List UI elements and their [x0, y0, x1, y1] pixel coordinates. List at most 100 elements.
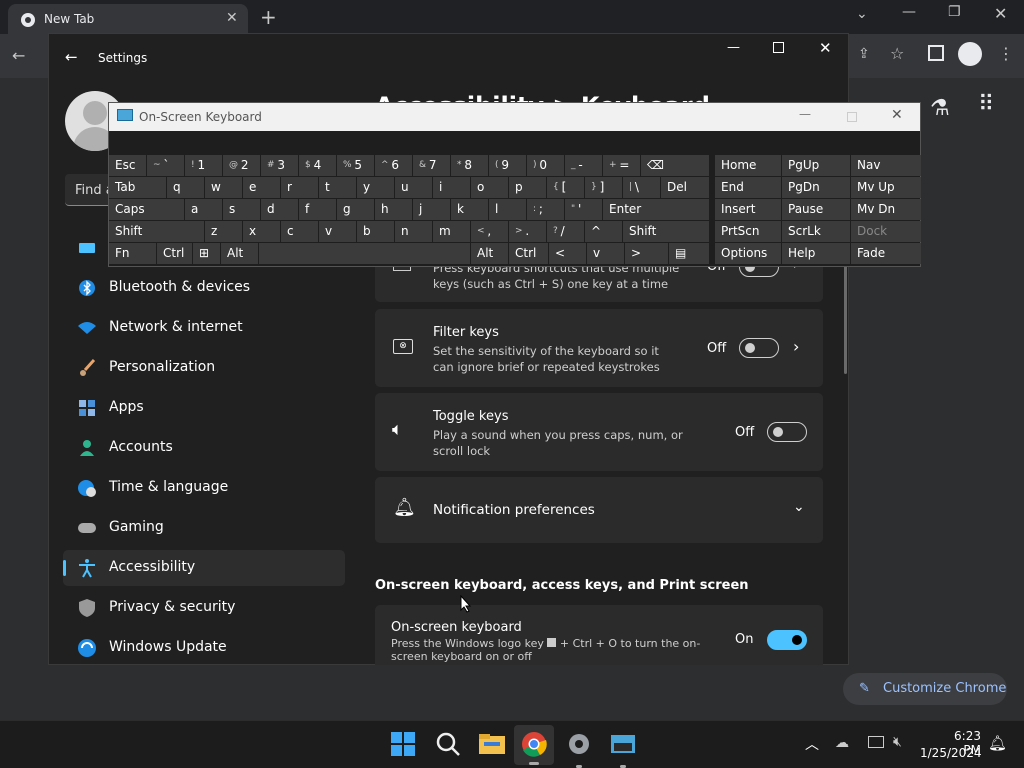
- filter-keys-toggle[interactable]: [739, 338, 779, 358]
- back-arrow-icon[interactable]: ←: [12, 46, 25, 65]
- osk-key[interactable]: f: [299, 199, 336, 220]
- osk-key[interactable]: r: [281, 177, 318, 198]
- osk-key[interactable]: > .: [509, 221, 546, 242]
- osk-key[interactable]: Alt: [471, 243, 508, 264]
- osk-nav-key[interactable]: Nav: [851, 155, 921, 176]
- osk-taskbar-icon[interactable]: [610, 731, 638, 768]
- osk-nav-key[interactable]: Mv Dn: [851, 199, 921, 220]
- osk-key[interactable]: >: [625, 243, 668, 264]
- settings-close-button[interactable]: ✕: [819, 39, 832, 57]
- osk-key[interactable]: Esc: [109, 155, 146, 176]
- osk-nav-key[interactable]: Home: [715, 155, 781, 176]
- sidebar-item-network[interactable]: Network & internet: [63, 310, 345, 346]
- osk-key[interactable]: [259, 243, 470, 264]
- osk-key[interactable]: <: [549, 243, 586, 264]
- osk-key[interactable]: # 3: [261, 155, 298, 176]
- osk-key[interactable]: z: [205, 221, 242, 242]
- osk-nav-key[interactable]: End: [715, 177, 781, 198]
- osk-minimize-button[interactable]: —: [799, 107, 811, 121]
- chevron-right-icon[interactable]: ›: [793, 337, 799, 356]
- osk-key[interactable]: Del: [661, 177, 709, 198]
- osk-key[interactable]: s: [223, 199, 260, 220]
- osk-key[interactable]: Alt: [221, 243, 258, 264]
- google-apps-icon[interactable]: ⠿: [978, 92, 994, 117]
- osk-maximize-button[interactable]: [847, 112, 857, 122]
- osk-key[interactable]: Shift: [623, 221, 709, 242]
- osk-close-button[interactable]: ✕: [891, 107, 903, 123]
- osk-key[interactable]: v: [587, 243, 624, 264]
- sidebar-item-personalization[interactable]: Personalization: [63, 350, 345, 386]
- osk-key[interactable]: < ,: [471, 221, 508, 242]
- osk-nav-key[interactable]: PgDn: [782, 177, 850, 198]
- osk-key[interactable]: j: [413, 199, 450, 220]
- osk-key[interactable]: p: [509, 177, 546, 198]
- osk-key[interactable]: b: [357, 221, 394, 242]
- search-icon[interactable]: [435, 731, 463, 759]
- settings-gear-icon[interactable]: [566, 731, 594, 768]
- osk-key[interactable]: $ 4: [299, 155, 336, 176]
- osk-key[interactable]: ~ `: [147, 155, 184, 176]
- osk-key[interactable]: Shift: [109, 221, 204, 242]
- osk-key[interactable]: t: [319, 177, 356, 198]
- notification-bell-icon[interactable]: 🔔︎: [988, 734, 1007, 752]
- osk-nav-key[interactable]: Pause: [782, 199, 850, 220]
- sidebar-item-bluetooth[interactable]: Bluetooth & devices: [63, 270, 345, 306]
- bookmark-star-icon[interactable]: ☆: [890, 44, 904, 63]
- osk-nav-key[interactable]: Dock: [851, 221, 921, 242]
- tab-close-icon[interactable]: ✕: [226, 10, 238, 26]
- sidebar-item-accessibility[interactable]: Accessibility: [63, 550, 345, 586]
- osk-key[interactable]: e: [243, 177, 280, 198]
- osk-key[interactable]: & 7: [413, 155, 450, 176]
- osk-key[interactable]: @ 2: [223, 155, 260, 176]
- volume-muted-icon[interactable]: 🔇︎: [893, 734, 902, 750]
- osk-key[interactable]: Ctrl: [509, 243, 548, 264]
- osk-nav-key[interactable]: Help: [782, 243, 850, 264]
- customize-chrome-button[interactable]: ✎ Customize Chrome: [843, 673, 1007, 705]
- osk-nav-key[interactable]: Mv Up: [851, 177, 921, 198]
- sidebar-item-accounts[interactable]: Accounts: [63, 430, 345, 466]
- new-tab-button[interactable]: +: [260, 5, 277, 29]
- on-screen-keyboard-toggle[interactable]: [767, 630, 807, 650]
- osk-key[interactable]: Tab: [109, 177, 166, 198]
- tray-chevron-up-icon[interactable]: ︿: [805, 734, 819, 754]
- labs-flask-icon[interactable]: ⚗: [930, 96, 950, 121]
- osk-nav-key[interactable]: PrtScn: [715, 221, 781, 242]
- osk-key[interactable]: { [: [547, 177, 584, 198]
- osk-key[interactable]: l: [489, 199, 526, 220]
- osk-key[interactable]: i: [433, 177, 470, 198]
- osk-key[interactable]: c: [281, 221, 318, 242]
- sidebar-item-apps[interactable]: Apps: [63, 390, 345, 426]
- settings-minimize-button[interactable]: —: [727, 40, 740, 55]
- osk-key[interactable]: d: [261, 199, 298, 220]
- sidebar-item-gaming[interactable]: Gaming: [63, 510, 345, 546]
- osk-key[interactable]: h: [375, 199, 412, 220]
- osk-key[interactable]: k: [451, 199, 488, 220]
- osk-key[interactable]: q: [167, 177, 204, 198]
- osk-key[interactable]: % 5: [337, 155, 374, 176]
- osk-nav-key[interactable]: ScrLk: [782, 221, 850, 242]
- tab-search-icon[interactable]: ⌄: [856, 6, 868, 22]
- chrome-close-button[interactable]: ✕: [994, 4, 1007, 23]
- clock-date[interactable]: 1/25/2024: [920, 746, 982, 760]
- toggle-keys-toggle[interactable]: [767, 422, 807, 442]
- osk-key[interactable]: : ;: [527, 199, 564, 220]
- osk-key[interactable]: Enter: [603, 199, 709, 220]
- osk-key[interactable]: o: [471, 177, 508, 198]
- osk-key[interactable]: + =: [603, 155, 640, 176]
- onedrive-icon[interactable]: ☁︎: [835, 735, 849, 751]
- osk-key[interactable]: u: [395, 177, 432, 198]
- chrome-maximize-button[interactable]: ❐: [948, 4, 961, 20]
- osk-key[interactable]: Fn: [109, 243, 156, 264]
- chrome-tab[interactable]: New Tab ✕: [8, 4, 248, 34]
- osk-key[interactable]: Caps: [109, 199, 184, 220]
- filter-keys-card[interactable]: ⊗ Filter keys Set the sensitivity of the…: [375, 309, 823, 387]
- osk-key[interactable]: ( 9: [489, 155, 526, 176]
- sidebar-item-time-language[interactable]: Time & language: [63, 470, 345, 506]
- settings-maximize-button[interactable]: [773, 42, 784, 53]
- file-explorer-icon[interactable]: [478, 731, 506, 759]
- osk-key[interactable]: Ctrl: [157, 243, 192, 264]
- sidebar-item-windows-update[interactable]: Windows Update: [63, 630, 345, 666]
- notification-preferences-card[interactable]: 🔔︎ Notification preferences ⌄: [375, 477, 823, 543]
- osk-key[interactable]: * 8: [451, 155, 488, 176]
- osk-key[interactable]: ⊞: [193, 243, 220, 264]
